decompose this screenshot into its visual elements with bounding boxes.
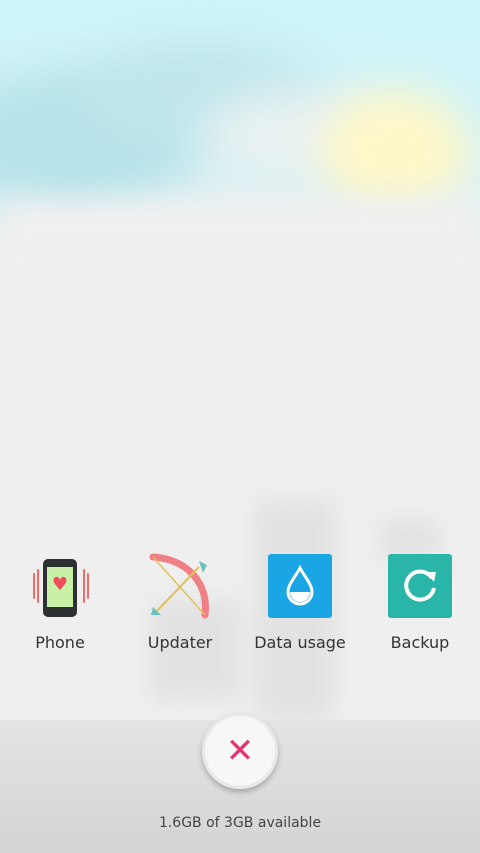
- app-label: Updater: [147, 633, 213, 652]
- water-drop-icon: [267, 553, 333, 619]
- recent-app-phone[interactable]: ♥ Phone: [0, 553, 120, 652]
- app-label: Data usage: [254, 633, 346, 652]
- recent-app-data-usage[interactable]: Data usage: [240, 553, 360, 652]
- wallpaper-haze: [0, 200, 480, 760]
- recent-app-backup[interactable]: Backup: [360, 553, 480, 652]
- wallpaper-sun: [320, 90, 470, 210]
- close-icon: ✕: [225, 731, 255, 771]
- app-label: Phone: [35, 633, 85, 652]
- bow-arrow-icon: [147, 553, 213, 619]
- clear-all-button[interactable]: ✕: [202, 713, 278, 789]
- refresh-icon: [387, 553, 453, 619]
- recents-screen: ♥ Phone Updater Data usage Backup ✕ 1.6G…: [0, 0, 480, 853]
- recent-app-updater[interactable]: Updater: [120, 553, 240, 652]
- memory-status: 1.6GB of 3GB available: [158, 815, 322, 831]
- app-label: Backup: [390, 633, 450, 652]
- phone-heart-icon: ♥: [27, 553, 93, 619]
